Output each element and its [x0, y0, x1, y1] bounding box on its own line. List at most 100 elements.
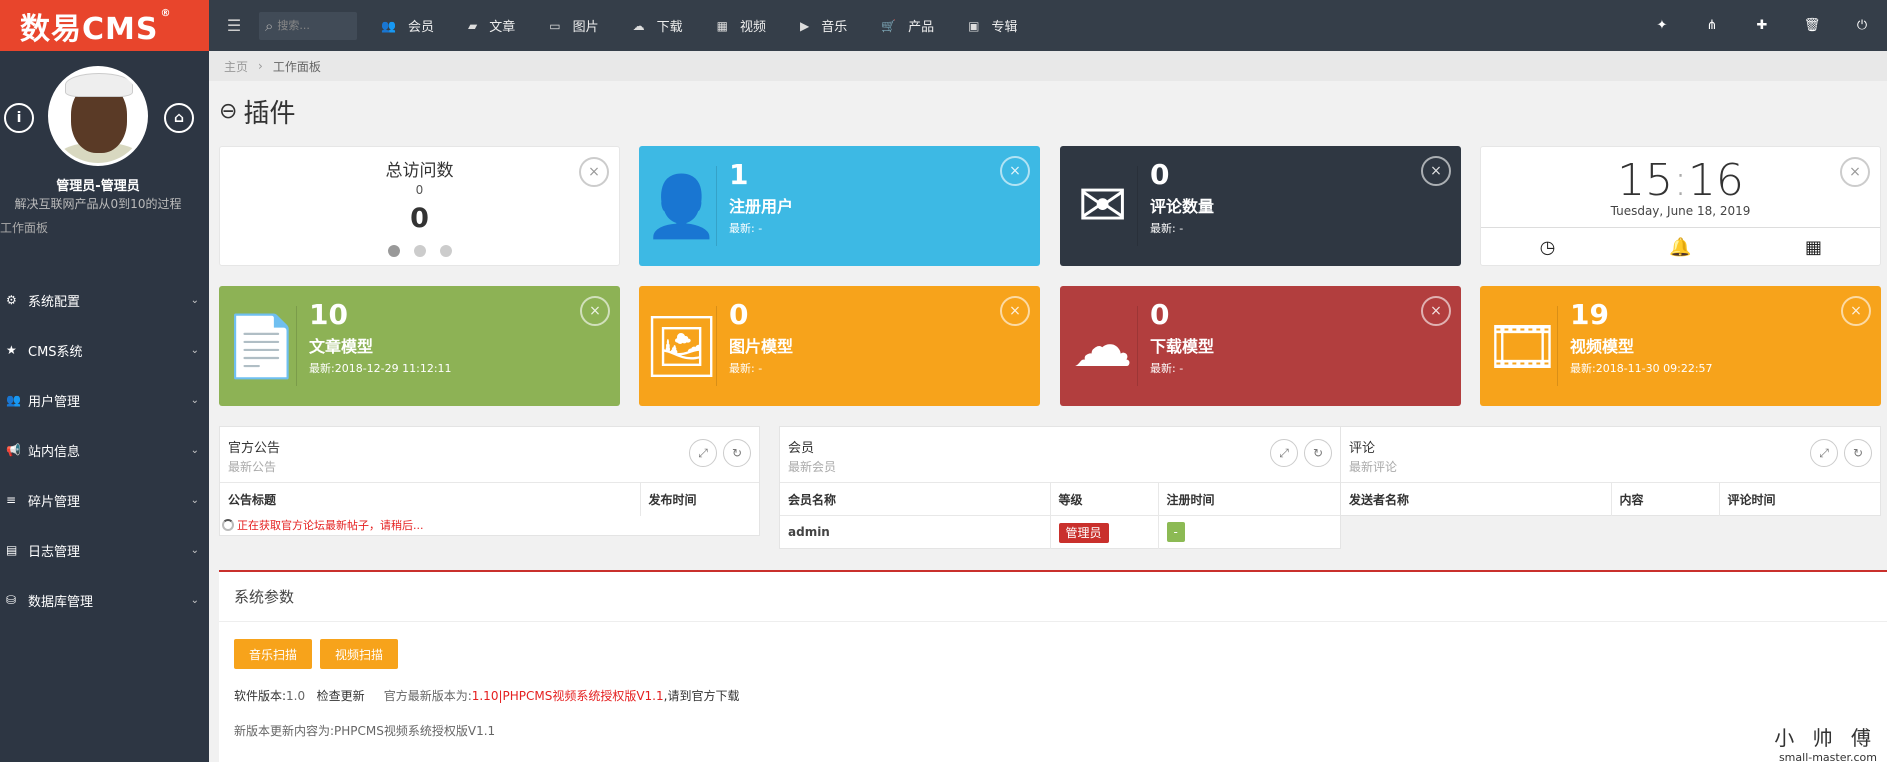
nav-label: 文章	[489, 20, 516, 35]
column-header: 发布时间	[640, 482, 759, 516]
nav-item-articles[interactable]: ▰ 文章	[454, 0, 535, 51]
close-icon[interactable]: ×	[1421, 296, 1451, 326]
registered-mark: ®	[160, 8, 172, 19]
expand-icon[interactable]: ⤢	[1270, 439, 1298, 467]
column-header: 发送者名称	[1341, 482, 1612, 516]
nav-item-downloads[interactable]: ☁ 下载	[619, 0, 703, 51]
avatar[interactable]	[48, 66, 148, 166]
tile-article-model[interactable]: 📄 10 文章模型 最新:2018-12-29 11:12:11 ×	[219, 286, 620, 406]
sidebar-item-database[interactable]: ⛁ 数据库管理 ⌄	[0, 575, 209, 625]
bell-icon[interactable]: 🔔	[1614, 228, 1747, 265]
column-header: 会员名称	[780, 482, 1051, 516]
user-profile: i ⌂ 管理员-管理员 解决互联网产品从0到10的过程	[0, 51, 209, 231]
calendar-icon[interactable]: ▦	[1747, 228, 1880, 265]
carousel-dot[interactable]	[387, 245, 400, 257]
breadcrumb-home[interactable]: 主页	[224, 58, 248, 75]
film-icon: 🎞	[1484, 306, 1561, 386]
tile-comments[interactable]: ✉ 0 评论数量 最新: - ×	[1060, 146, 1461, 266]
trash-icon[interactable]: 🗑	[1787, 0, 1837, 51]
close-icon[interactable]: ×	[1841, 296, 1871, 326]
tile-subtitle: 最新:2018-11-30 09:22:57	[1570, 362, 1713, 375]
user-motto: 解决互联网产品从0到10的过程	[14, 197, 182, 211]
tile-users[interactable]: 👤 1 注册用户 最新: - ×	[639, 146, 1040, 266]
puzzle-icon[interactable]: ✚	[1737, 0, 1787, 51]
visits-big: 0	[410, 203, 429, 234]
gift-icon[interactable]: ✦	[1637, 0, 1687, 51]
sidebar-item-system-config[interactable]: ⚙ 系统配置 ⌄	[0, 275, 209, 325]
users-icon: 👥	[381, 18, 396, 33]
sidebar-item-cms[interactable]: ★ CMS系统 ⌄	[0, 325, 209, 375]
video-scan-button[interactable]: 视频扫描	[320, 639, 399, 669]
close-icon[interactable]: ×	[1000, 296, 1030, 326]
sitemap-icon[interactable]: ⋔	[1687, 0, 1737, 51]
sidebar-item-label: 用户管理	[28, 394, 81, 410]
column-header: 内容	[1611, 482, 1720, 516]
brand-logo-text: 数易CMS	[20, 11, 159, 47]
nav-item-products[interactable]: 🛒 产品	[867, 0, 954, 51]
nav-item-videos[interactable]: ▦ 视频	[703, 0, 786, 51]
nav-item-images[interactable]: ▭ 图片	[535, 0, 618, 51]
tile-title: 视频模型	[1570, 337, 1635, 356]
play-square-icon: ▶	[799, 18, 810, 33]
sidebar-item-users[interactable]: 👥 用户管理 ⌄	[0, 375, 209, 425]
users-icon: 👥	[6, 393, 21, 407]
tile-number: 0	[1150, 298, 1170, 331]
user-icon: 👤	[644, 166, 719, 246]
table-row: admin 管理员 -	[780, 515, 1340, 549]
expand-icon[interactable]: ⤢	[689, 439, 717, 467]
nav-item-music[interactable]: ▶ 音乐	[786, 0, 867, 51]
info-icon[interactable]: i	[4, 103, 34, 133]
power-icon[interactable]: ⏻	[1837, 0, 1887, 51]
tile-subtitle: 最新: -	[729, 362, 763, 375]
close-icon[interactable]: ×	[580, 296, 610, 326]
close-icon[interactable]: ×	[1000, 156, 1030, 186]
picture-icon: ▭	[549, 18, 561, 33]
sidebar-item-fragments[interactable]: ≡ 碎片管理 ⌄	[0, 475, 209, 525]
clock-icon[interactable]: ◷	[1481, 228, 1614, 265]
picture-icon: 🖼	[643, 306, 720, 386]
sidebar-item-label: 站内信息	[28, 444, 81, 460]
back-circle-icon[interactable]: ⊖	[219, 99, 237, 124]
carousel-dot[interactable]	[439, 245, 452, 257]
close-icon[interactable]: ×	[579, 157, 609, 187]
expand-icon[interactable]: ⤢	[1810, 439, 1838, 467]
check-update-link[interactable]: 检查更新	[317, 689, 365, 703]
brand-logo[interactable]: 数易CMS ®	[0, 0, 209, 51]
tile-title: 下载模型	[1150, 337, 1215, 356]
tile-number: 0	[729, 298, 749, 331]
search-box[interactable]: ⌕	[259, 11, 357, 40]
tile-download-model[interactable]: ☁ 0 下载模型 最新: - ×	[1060, 286, 1461, 406]
nav-label: 视频	[739, 20, 766, 35]
refresh-icon[interactable]: ↻	[1304, 439, 1332, 467]
refresh-icon[interactable]: ↻	[1844, 439, 1872, 467]
chevron-down-icon: ⌄	[190, 394, 199, 406]
menu-toggle-icon[interactable]: ☰	[209, 0, 259, 51]
music-scan-button[interactable]: 音乐扫描	[234, 639, 313, 669]
nav-item-albums[interactable]: ▣ 专辑	[954, 0, 1037, 51]
loading-text: 正在获取官方论坛最新帖子，请稍后...	[237, 518, 424, 532]
home-icon[interactable]: ⌂	[164, 103, 194, 133]
nav-label: 图片	[572, 20, 599, 35]
close-icon[interactable]: ×	[1421, 156, 1451, 186]
cart-icon: 🛒	[881, 18, 897, 33]
search-input[interactable]	[277, 19, 344, 32]
tile-image-model[interactable]: 🖼 0 图片模型 最新: - ×	[639, 286, 1040, 406]
sidebar-item-logs[interactable]: ▤ 日志管理 ⌄	[0, 525, 209, 575]
download-hint-link[interactable]: ,请到官方下载	[664, 689, 740, 703]
update-content: 新版本更新内容为:PHPCMS视频系统授权版V1.1	[234, 724, 496, 738]
notice-panel: 官方公告 最新公告 ⤢ ↻ 公告标题 发布时间 正在获取官方论坛最新帖子，请稍后..…	[219, 426, 760, 536]
refresh-icon[interactable]: ↻	[723, 439, 751, 467]
tile-video-model[interactable]: 🎞 19 视频模型 最新:2018-11-30 09:22:57 ×	[1480, 286, 1881, 406]
reviews-table: 发送者名称 内容 评论时间	[1341, 482, 1880, 516]
visits-title: 总访问数	[385, 161, 454, 181]
member-level: 管理员	[1050, 515, 1159, 549]
sidebar-item-messages[interactable]: 📢 站内信息 ⌄	[0, 425, 209, 475]
bullhorn-icon: 📢	[6, 443, 21, 457]
tile-number: 10	[309, 298, 348, 331]
top-navbar: ☰ ⌕ 👥 会员 ▰ 文章 ▭ 图片 ☁ 下载 ▦ 视频 ▶ 音乐 🛒 产品 ▣ 专辑 ✦ ⋔ …	[209, 0, 1887, 51]
nav-item-members[interactable]: 👥 会员	[367, 0, 454, 51]
member-name[interactable]: admin	[780, 515, 1051, 549]
close-icon[interactable]: ×	[1840, 157, 1870, 187]
carousel-dot[interactable]	[413, 245, 426, 257]
user-name: 管理员-管理员	[56, 179, 140, 194]
